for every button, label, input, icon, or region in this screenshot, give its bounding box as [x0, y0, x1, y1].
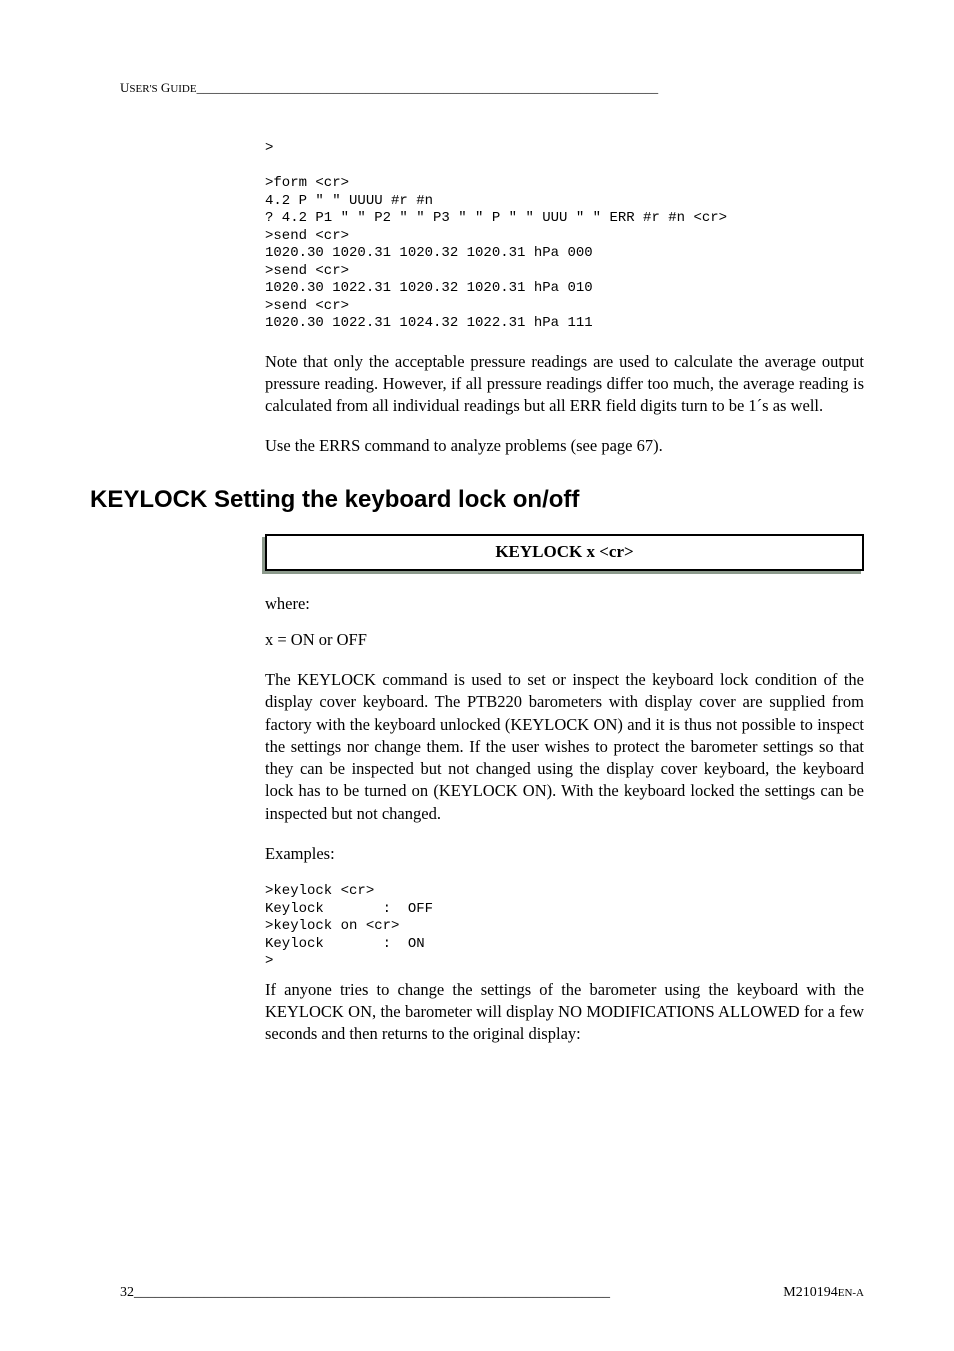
- footer-rule: ________________________________________…: [134, 1285, 610, 1300]
- examples-label: Examples:: [265, 843, 864, 865]
- page-footer: 32 _____________________________________…: [120, 1285, 864, 1301]
- doc-id: M210194EN-A: [783, 1285, 864, 1301]
- where-label: where:: [265, 593, 864, 615]
- code-block-1: > >form <cr> 4.2 P " " UUUU #r #n ? 4.2 …: [265, 140, 864, 333]
- code-block-2: >keylock <cr> Keylock : OFF >keylock on …: [265, 883, 864, 971]
- paragraph-note: Note that only the acceptable pressure r…: [265, 351, 864, 418]
- page-header: USER'S GUIDE____________________________…: [120, 80, 864, 96]
- command-syntax-box: KEYLOCK x <cr>: [265, 534, 864, 571]
- section-heading-keylock: KEYLOCK Setting the keyboard lock on/off: [90, 486, 864, 514]
- header-rule: ________________________________________…: [197, 80, 659, 95]
- header-label: USER'S GUIDE: [120, 80, 197, 96]
- page-number: 32: [120, 1285, 134, 1301]
- paragraph-keylock-desc: The KEYLOCK command is used to set or in…: [265, 669, 864, 825]
- page: USER'S GUIDE____________________________…: [0, 0, 954, 1351]
- where-definition: x = ON or OFF: [265, 629, 864, 651]
- content-column: > >form <cr> 4.2 P " " UUUU #r #n ? 4.2 …: [265, 140, 864, 458]
- paragraph-errs: Use the ERRS command to analyze problems…: [265, 435, 864, 457]
- paragraph-keylock-warning: If anyone tries to change the settings o…: [265, 979, 864, 1046]
- content-column-2: KEYLOCK x <cr> where: x = ON or OFF The …: [265, 534, 864, 1046]
